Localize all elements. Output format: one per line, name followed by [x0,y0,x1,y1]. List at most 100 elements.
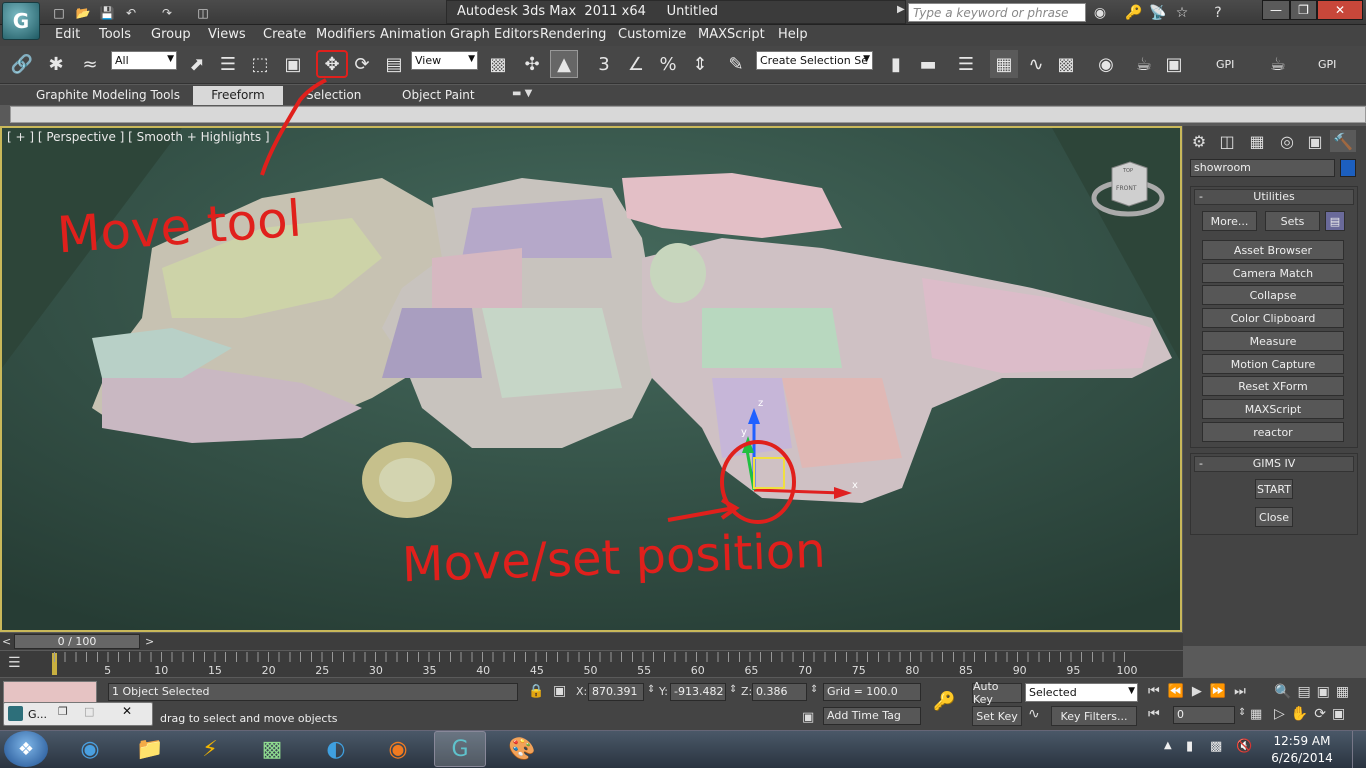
mini-curve-editor-icon[interactable]: ☰ [8,655,21,671]
utility-collapse[interactable]: Collapse [1202,285,1344,305]
render-production-icon[interactable]: ☕ [1264,50,1292,78]
motion-panel-icon[interactable]: ◎ [1274,130,1300,152]
gpi-label-2[interactable]: GPI [1318,58,1336,71]
object-color-swatch[interactable] [1340,159,1356,177]
object-name-field[interactable]: showroom [1190,159,1335,177]
configure-sets-icon[interactable]: ▤ [1325,211,1345,231]
viewport-navigation-top[interactable]: 🔍▤▣▦ [1274,684,1355,700]
trackbar-tick-label: 25 [315,664,330,677]
y-spinner-icon[interactable]: ⇕ [729,684,737,695]
firefox-icon[interactable]: ◉ [372,731,424,767]
application-menu-button[interactable]: G [2,2,40,40]
pan-view-icon[interactable]: ✋ [1291,706,1314,722]
orbit-icon[interactable]: ⟳ [1314,706,1332,722]
auto-key-button[interactable]: Auto Key [972,680,1022,706]
maximize-button[interactable]: ❐ [1290,0,1317,20]
frame-spinner-icon[interactable]: ⇕ [1238,707,1246,718]
zoom-icon[interactable]: 🔍 [1274,684,1297,700]
go-to-end-icon[interactable]: ⏭ [1234,684,1254,699]
default-in-out-tangents-icon[interactable]: ∿ [1028,706,1040,722]
battery-icon[interactable]: ▮ [1186,739,1193,754]
help-icon[interactable]: ? [1208,3,1228,22]
utility-asset-browser[interactable]: Asset Browser [1202,240,1344,260]
hierarchy-panel-icon[interactable]: ▦ [1244,130,1270,152]
previous-frame-icon[interactable]: ⏪ [1168,684,1192,699]
add-time-tag-icon[interactable]: ▣ [802,710,814,725]
sets-button[interactable]: Sets [1265,211,1320,231]
z-label: Z: [741,685,753,698]
key-mode-toggle-icon[interactable]: ⏮ [1148,707,1160,722]
utilities-panel-icon[interactable]: 🔨 [1330,130,1356,152]
show-hidden-icons[interactable]: ▲ [1164,740,1172,751]
key-mode-value: Selected [1029,686,1077,699]
utilities-title: Utilities [1253,190,1295,203]
internet-explorer-icon[interactable]: ◉ [64,731,116,767]
clock-date[interactable]: 6/26/2014 [1262,751,1342,765]
time-slider-handle[interactable]: 0 / 100 [14,634,140,649]
chat-app-icon[interactable]: ◐ [310,731,362,767]
maxscript-listener-mini[interactable] [3,681,97,703]
absolute-mode-icon[interactable]: ▣ [553,683,566,699]
mini-maximize-icon[interactable]: □ [84,705,94,718]
mini-close-icon[interactable]: ✕ [122,704,132,718]
task-manager-icon[interactable]: ▩ [246,731,298,767]
zoom-all-icon[interactable]: ▤ [1297,684,1316,700]
x-coordinate-field[interactable]: 870.391 [588,683,644,701]
gpi-label-1[interactable]: GPI [1216,58,1234,71]
zoom-extents-icon[interactable]: ▣ [1317,684,1336,700]
set-key-mode-icon[interactable]: 🔑 [933,691,955,712]
zoom-extents-all-icon[interactable]: ▦ [1336,684,1355,700]
key-filters-button[interactable]: Key Filters... [1051,706,1137,726]
field-of-view-icon[interactable]: ▷ [1274,706,1291,722]
paint-icon[interactable]: 🎨 [496,731,548,767]
more-button[interactable]: More... [1202,211,1257,231]
gims-start-button[interactable]: START [1255,479,1293,499]
close-window-button[interactable]: ✕ [1317,0,1363,20]
trackbar-tick-label: 65 [744,664,759,677]
app-tool-icon[interactable]: ⚡ [184,731,236,767]
create-panel-icon[interactable]: ⚙ [1186,130,1212,152]
utility-measure[interactable]: Measure [1202,331,1344,351]
utility-motion-capture[interactable]: Motion Capture [1202,354,1344,374]
add-time-tag[interactable]: Add Time Tag [823,707,921,725]
next-frame-icon[interactable]: ⏩ [1210,684,1234,699]
network-icon[interactable]: ▩ [1210,739,1222,754]
utility-camera-match[interactable]: Camera Match [1202,263,1344,283]
current-frame-field[interactable]: 0 [1173,706,1235,724]
key-mode-dropdown[interactable]: Selected ▼ [1025,683,1138,702]
time-slider-track[interactable] [0,633,1183,650]
selection-lock-icon[interactable]: 🔒 [528,684,544,699]
gims-title: GIMS IV [1252,457,1296,470]
y-coordinate-field[interactable]: -913.482 [670,683,726,701]
play-icon[interactable]: ▶ [1192,684,1210,699]
minimize-button[interactable]: — [1262,0,1290,20]
time-configuration-icon[interactable]: ▦ [1250,707,1262,722]
maximize-viewport-icon[interactable]: ▣ [1332,706,1351,722]
utility-maxscript[interactable]: MAXScript [1202,399,1344,419]
z-coordinate-field[interactable]: 0.386 [752,683,807,701]
gims-rollout-header[interactable]: - GIMS IV [1194,456,1354,472]
go-to-start-icon[interactable]: ⏮ [1148,684,1168,699]
viewport-navigation-bottom[interactable]: ▷✋⟳▣ [1274,706,1351,722]
file-explorer-icon[interactable]: 📁 [124,731,176,767]
clock-time[interactable]: 12:59 AM [1262,734,1342,748]
time-slider-prev-icon[interactable]: < [2,635,11,648]
x-spinner-icon[interactable]: ⇕ [647,684,655,695]
z-spinner-icon[interactable]: ⇕ [810,684,818,695]
utilities-rollout-header[interactable]: - Utilities [1194,189,1354,205]
time-slider-next-icon[interactable]: > [145,635,154,648]
utility-reactor[interactable]: reactor [1202,422,1344,442]
trackbar-tick-label: 35 [422,664,437,677]
playback-controls[interactable]: ⏮⏪▶⏩⏭ [1148,684,1254,699]
gims-close-button[interactable]: Close [1255,507,1293,527]
start-button[interactable]: ❖ [4,731,48,767]
display-panel-icon[interactable]: ▣ [1302,130,1328,152]
3ds-max-taskbar-icon[interactable]: G [434,731,486,767]
modify-panel-icon[interactable]: ◫ [1214,130,1240,152]
mini-restore-icon[interactable]: ❐ [58,705,68,718]
utility-reset-xform[interactable]: Reset XForm [1202,376,1344,396]
utility-color-clipboard[interactable]: Color Clipboard [1202,308,1344,328]
set-key-button[interactable]: Set Key [972,706,1022,726]
volume-icon[interactable]: 🔇 [1236,739,1252,754]
show-desktop-button[interactable] [1352,731,1366,768]
